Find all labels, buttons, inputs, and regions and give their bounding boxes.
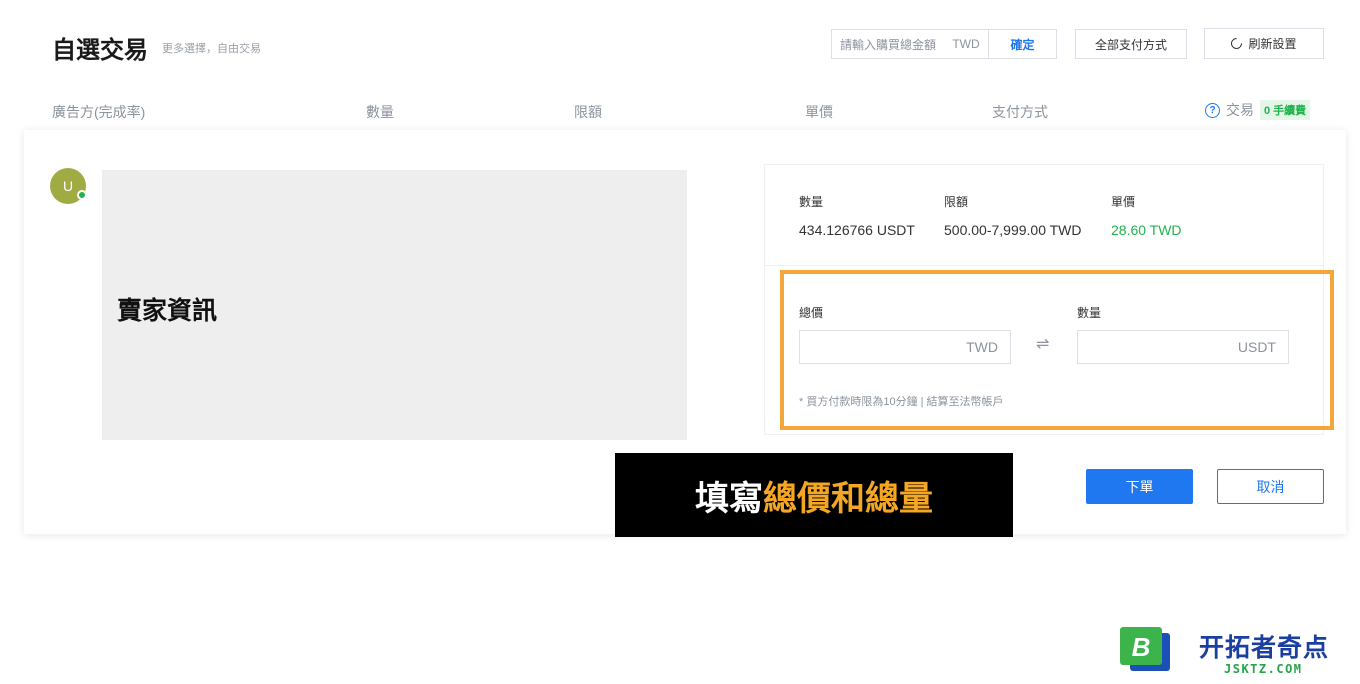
column-price: 單價	[805, 104, 833, 120]
column-trade: ? 交易 0 手續費	[1205, 100, 1311, 120]
online-status-icon	[77, 190, 87, 200]
total-amount-currency: TWD	[952, 37, 980, 51]
form-highlight-frame	[780, 270, 1334, 430]
payment-method-filter[interactable]: 全部支付方式	[1075, 29, 1187, 59]
watermark-name: 开拓者奇点	[1199, 634, 1330, 662]
page-title: 自選交易	[52, 37, 148, 64]
offer-quantity-label: 數量	[799, 195, 824, 209]
total-amount-input[interactable]: 請輸入購買總金額	[832, 36, 944, 53]
zero-fee-badge: 0 手續費	[1260, 100, 1311, 120]
total-amount-search: 請輸入購買總金額 TWD 確定	[831, 29, 1057, 59]
caption-part-2: 總價和總量	[763, 479, 933, 518]
place-order-button[interactable]: 下單	[1086, 469, 1193, 504]
offer-price-label: 單價	[1111, 195, 1136, 209]
column-quantity: 數量	[366, 104, 394, 120]
caption-part-1: 填寫	[695, 479, 763, 518]
help-icon[interactable]: ?	[1205, 102, 1220, 118]
page-subtitle: 更多選擇，自由交易	[162, 43, 261, 55]
column-advertiser: 廣告方(完成率)	[52, 104, 146, 120]
seller-info-label: 賣家資訊	[117, 297, 218, 325]
watermark-logo-icon: B	[1120, 627, 1170, 671]
tutorial-caption: 填寫 總價和總量	[615, 453, 1013, 537]
column-trade-label: 交易	[1226, 102, 1254, 118]
refresh-settings-button[interactable]: 刷新設置	[1204, 28, 1324, 59]
watermark-logo-letter: B	[1132, 632, 1151, 662]
offer-quantity-value: 434.126766 USDT	[799, 222, 915, 238]
offer-price-value: 28.60 TWD	[1111, 222, 1182, 238]
order-panel-divider	[764, 265, 1324, 266]
refresh-settings-label: 刷新設置	[1248, 37, 1297, 51]
confirm-button[interactable]: 確定	[988, 30, 1056, 58]
offer-limit-value: 500.00-7,999.00 TWD	[944, 222, 1082, 238]
watermark-domain: JSKTZ.COM	[1224, 662, 1303, 676]
column-limit: 限額	[574, 104, 602, 120]
column-payment: 支付方式	[992, 104, 1048, 120]
cancel-button[interactable]: 取消	[1217, 469, 1324, 504]
offer-limit-label: 限額	[944, 195, 969, 209]
refresh-icon	[1229, 35, 1245, 52]
